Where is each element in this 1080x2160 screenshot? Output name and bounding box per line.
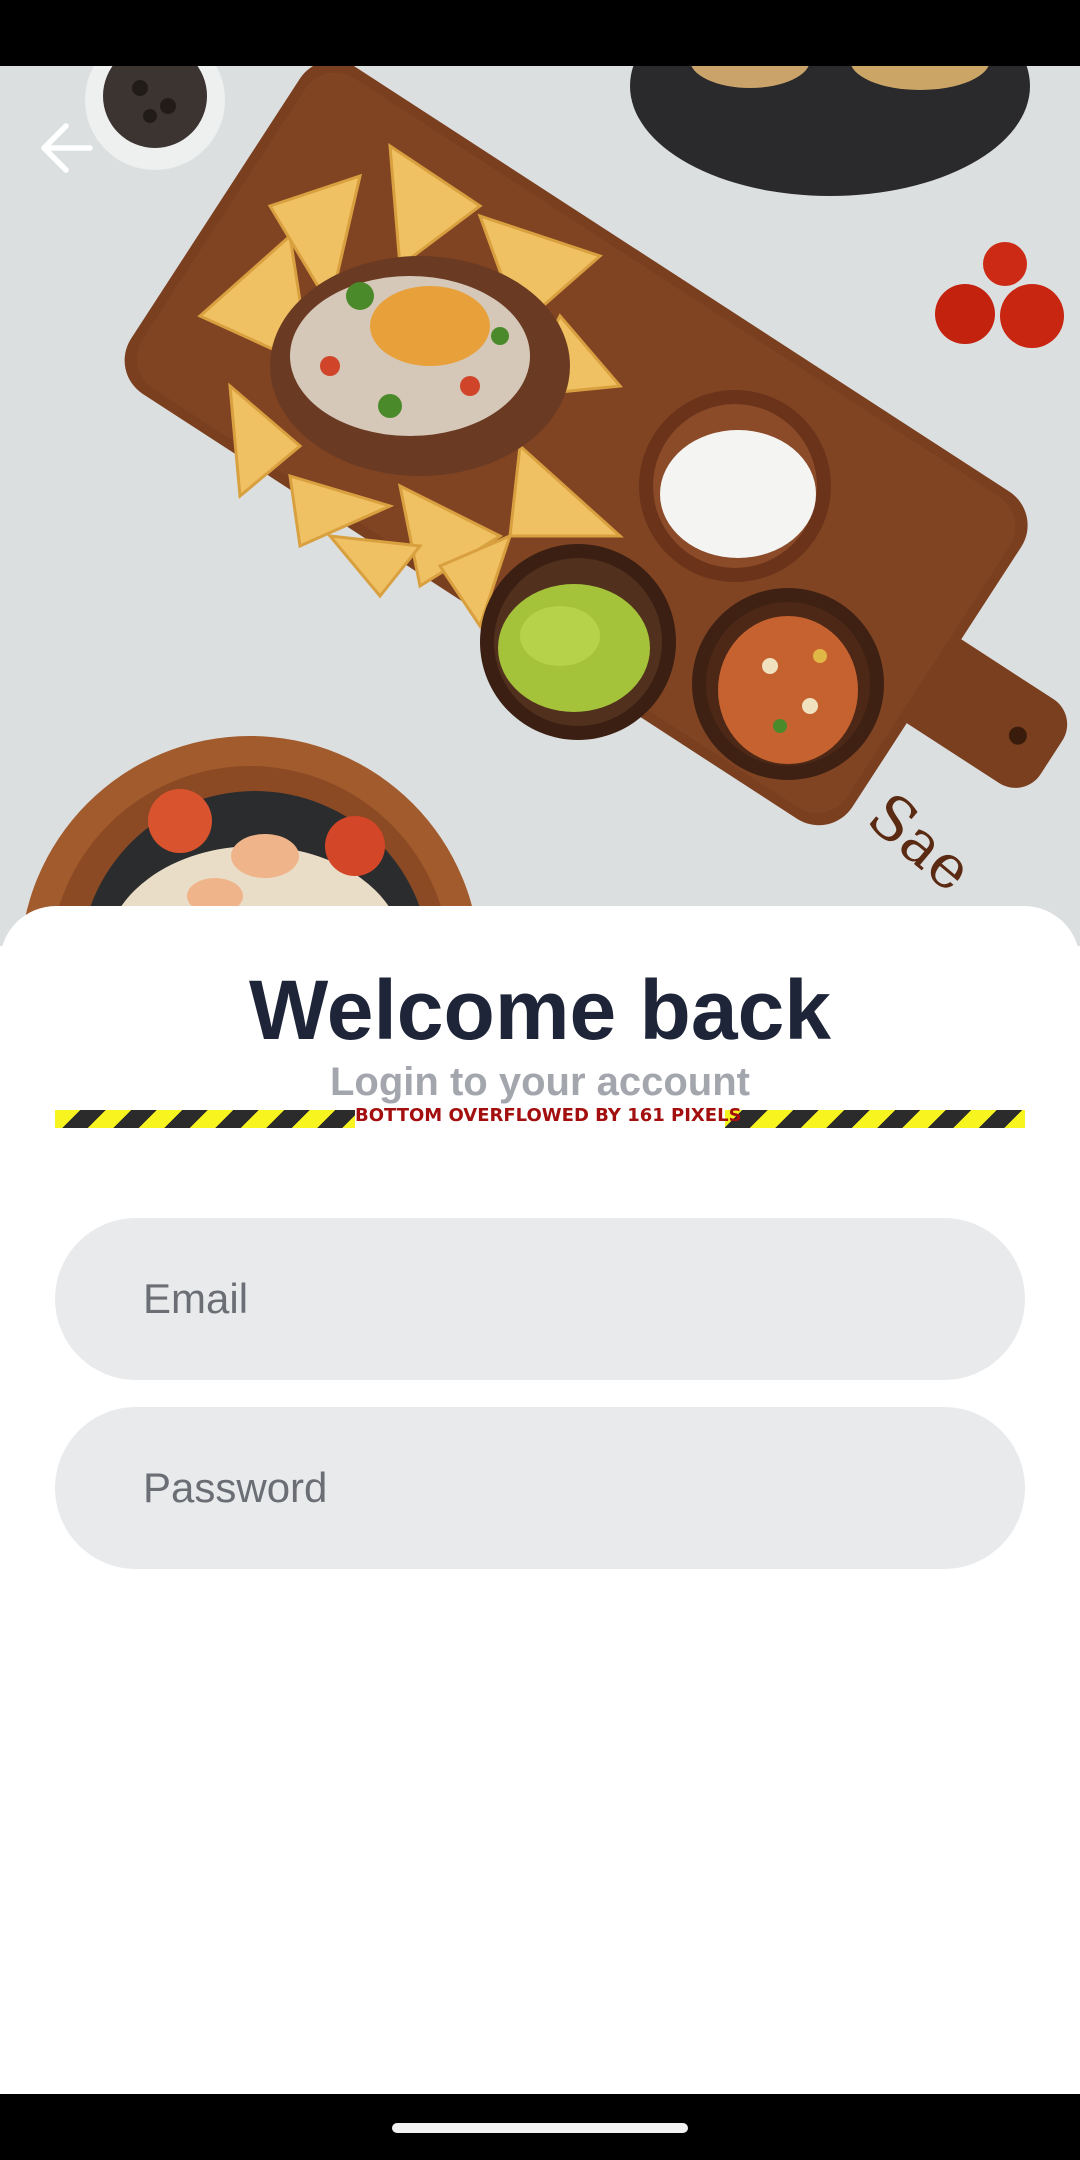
- overflow-warning-text: BOTTOM OVERFLOWED BY 161 PIXELS: [355, 1104, 742, 1128]
- login-screen: Sae Welcome back Login to your account B…: [0, 0, 1080, 2160]
- hero-food-image: Sae: [0, 66, 1080, 946]
- food-platter-illustration: Sae: [0, 66, 1080, 946]
- email-field[interactable]: [55, 1218, 1025, 1380]
- login-sheet: Welcome back Login to your account BOTTO…: [0, 906, 1080, 2094]
- page-title: Welcome back: [248, 963, 832, 1057]
- home-indicator[interactable]: [392, 2123, 688, 2133]
- password-field[interactable]: [55, 1407, 1025, 1569]
- back-button[interactable]: [26, 108, 106, 188]
- arrow-left-icon: [41, 123, 93, 173]
- status-bar: [0, 0, 1080, 66]
- page-subtitle: Login to your account: [330, 1060, 750, 1104]
